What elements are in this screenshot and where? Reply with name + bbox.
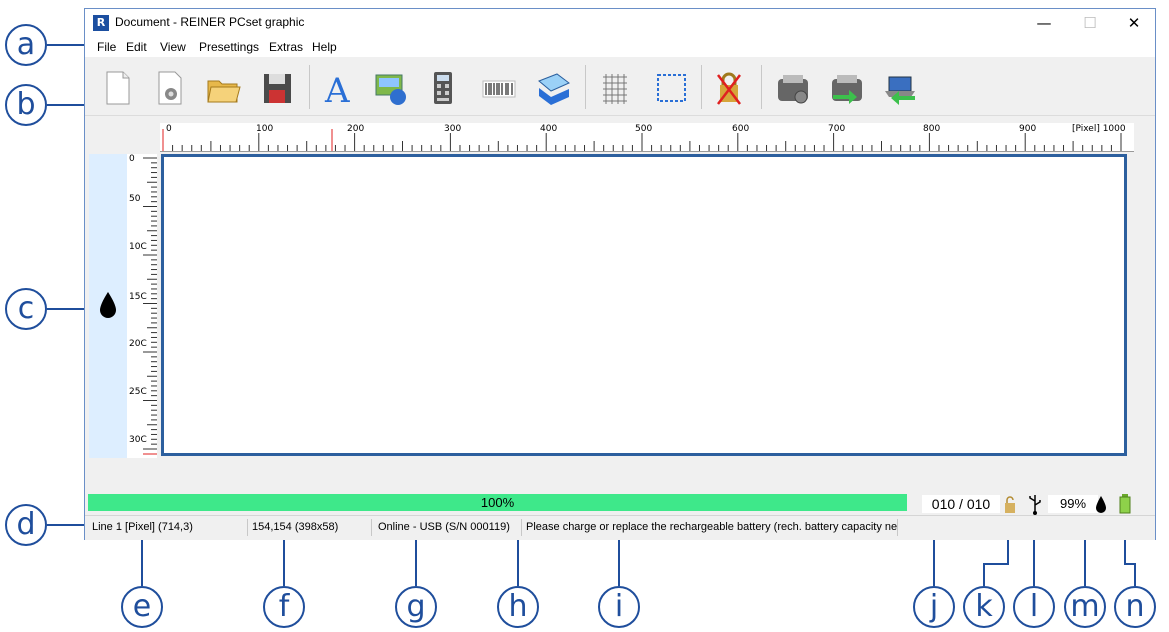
toolbar: A: [85, 57, 1155, 116]
receive-from-printer-icon[interactable]: [881, 69, 917, 107]
vertical-ruler: 0 50 10C 15C 20C 25C 30C: [127, 154, 157, 458]
callout-c-line: [47, 308, 85, 310]
printer-settings-icon[interactable]: [775, 69, 811, 107]
callout-n: n: [1114, 586, 1156, 628]
callout-k: k: [963, 586, 1005, 628]
callout-j: j: [913, 586, 955, 628]
callout-i: i: [598, 586, 640, 628]
ruler-label: 30C: [129, 435, 147, 445]
grid-icon[interactable]: [597, 69, 633, 107]
ruler-label: [Pixel] 1000: [1072, 124, 1126, 134]
toolbar-separator: [585, 65, 586, 109]
title-bar[interactable]: R Document - REINER PCset graphic — ☐ ✕: [85, 9, 1155, 37]
drawing-canvas[interactable]: [161, 154, 1127, 456]
status-message: Please charge or replace the rechargeabl…: [522, 519, 898, 536]
callout-i-line: [618, 538, 620, 586]
callout-f: f: [263, 586, 305, 628]
callout-a-line: [47, 44, 85, 46]
ruler-label: 600: [732, 124, 750, 134]
minimize-button[interactable]: —: [1021, 11, 1067, 35]
menu-extras[interactable]: Extras: [269, 40, 303, 54]
callout-g: g: [395, 586, 437, 628]
ruler-label: 400: [540, 124, 558, 134]
callout-g-line: [415, 538, 417, 586]
ruler-label: 900: [1019, 124, 1037, 134]
close-button[interactable]: ✕: [1111, 11, 1157, 35]
ink-drop-icon: [100, 292, 116, 318]
callout-a: a: [5, 24, 47, 66]
ruler-label: 15C: [129, 292, 147, 302]
horizontal-ruler: 0 100 200 300 400 500 600 700 800 900 [P…: [160, 123, 1134, 152]
ruler-label: 300: [444, 124, 462, 134]
ink-level-value: 99%: [1048, 495, 1098, 513]
callout-d-line: [47, 524, 85, 526]
callout-d: d: [5, 504, 47, 546]
maximize-button[interactable]: ☐: [1067, 11, 1113, 35]
menu-bar: File Edit View Presettings Extras Help: [85, 37, 1155, 57]
barcode-icon[interactable]: [481, 69, 517, 107]
text-icon[interactable]: A: [319, 69, 355, 111]
image-icon[interactable]: [373, 69, 409, 107]
status-line-position: Line 1 [Pixel] (714,3): [88, 519, 248, 536]
ruler-label: 800: [923, 124, 941, 134]
menu-file[interactable]: File: [97, 40, 116, 54]
send-to-printer-icon[interactable]: [829, 69, 865, 107]
progress-label: 100%: [480, 495, 515, 510]
callout-b: b: [5, 84, 47, 126]
toolbar-separator: [701, 65, 702, 109]
ruler-label: 0: [166, 124, 172, 134]
ruler-label: 25C: [129, 387, 147, 397]
toolbar-separator: [761, 65, 762, 109]
new-from-template-icon[interactable]: [151, 69, 187, 107]
selection-frame-icon[interactable]: [653, 69, 689, 107]
callout-n-line: [1134, 565, 1136, 586]
new-document-icon[interactable]: [99, 69, 135, 107]
lock-crossed-icon[interactable]: [711, 69, 747, 107]
ruler-label: 500: [635, 124, 653, 134]
callout-c: c: [5, 288, 47, 330]
ruler-label: 20C: [129, 339, 147, 349]
ruler-label: 50: [129, 194, 141, 204]
menu-presettings[interactable]: Presettings: [199, 40, 259, 54]
callout-e: e: [121, 586, 163, 628]
calculator-icon[interactable]: [425, 69, 461, 107]
callout-m: m: [1064, 586, 1106, 628]
menu-help[interactable]: Help: [312, 40, 337, 54]
svg-text:A: A: [324, 71, 350, 107]
status-connection: Online - USB (S/N 000119): [372, 519, 522, 536]
callout-l: l: [1013, 586, 1055, 628]
save-disk-icon[interactable]: [259, 69, 295, 107]
ink-side-panel: [89, 154, 127, 458]
window-title: Document - REINER PCset graphic: [115, 15, 305, 29]
ruler-label: 200: [347, 124, 365, 134]
app-window: R Document - REINER PCset graphic — ☐ ✕ …: [84, 8, 1156, 540]
callout-k-line-h: [983, 563, 1009, 565]
callout-k-line: [983, 565, 985, 586]
callout-b-line: [47, 104, 85, 106]
app-logo-icon[interactable]: R: [93, 15, 109, 31]
open-folder-icon[interactable]: [205, 69, 241, 107]
toolbar-separator: [309, 65, 310, 109]
status-coordinates: 154,154 (398x58): [248, 519, 372, 536]
ruler-label: 10C: [129, 242, 147, 252]
status-bar: Line 1 [Pixel] (714,3) 154,154 (398x58) …: [85, 515, 1155, 540]
layers-icon[interactable]: [535, 69, 571, 107]
print-counter: 010 / 010: [922, 495, 1000, 513]
callout-f-line: [283, 538, 285, 586]
menu-view[interactable]: View: [160, 40, 186, 54]
callout-h: h: [497, 586, 539, 628]
menu-edit[interactable]: Edit: [126, 40, 147, 54]
ruler-label: 100: [256, 124, 274, 134]
ruler-label: 700: [828, 124, 846, 134]
ruler-label: 0: [129, 154, 135, 164]
progress-bar: 100%: [88, 494, 907, 511]
callout-e-line: [141, 538, 143, 586]
